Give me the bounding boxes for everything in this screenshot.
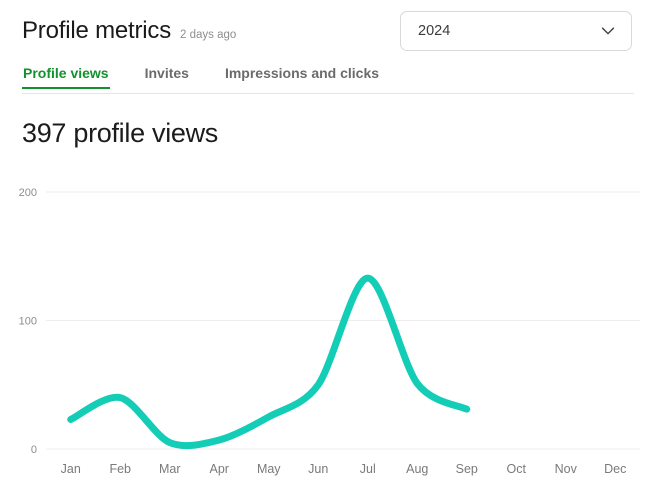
y-axis-tick-label: 0	[31, 444, 37, 456]
tab-bar: Profile views Invites Impressions and cl…	[0, 62, 650, 94]
x-axis-tick-label: Oct	[507, 462, 527, 476]
chart-data-line	[67, 274, 471, 450]
chevron-down-icon	[600, 23, 616, 39]
page-header: Profile metrics 2 days ago 2024	[0, 0, 650, 62]
tab-list: Profile views Invites Impressions and cl…	[0, 62, 650, 94]
x-axis-tick-label: Nov	[555, 462, 578, 476]
y-axis-tick-label: 200	[19, 187, 37, 199]
tab-profile-views[interactable]: Profile views	[22, 62, 110, 89]
tab-bar-divider	[22, 93, 634, 94]
x-axis-tick-label: Mar	[159, 462, 181, 476]
x-axis-tick-label: Jan	[61, 462, 81, 476]
tab-impressions-and-clicks-label: Impressions and clicks	[224, 65, 380, 81]
page-title: Profile metrics	[22, 17, 172, 44]
tab-profile-views-label: Profile views	[23, 65, 109, 81]
year-select-dropdown[interactable]: 2024	[400, 11, 632, 51]
y-axis-tick-label: 100	[19, 316, 37, 328]
metric-heading: 397 profile views	[22, 118, 219, 148]
page-subtitle-timestamp: 2 days ago	[180, 29, 237, 41]
chart-canvas: 0 100 200 Jan Feb Mar Apr May Jun Jul Aug Sep Oct No…	[19, 187, 640, 476]
x-axis-tick-label: Dec	[604, 462, 626, 476]
profile-views-chart: 0 100 200 Jan Feb Mar Apr May Jun Jul Aug Sep Oct No…	[0, 170, 650, 500]
chart-x-axis-labels: Jan Feb Mar Apr May Jun Jul Aug Sep Oct Nov Dec	[61, 462, 627, 476]
tab-invites-label: Invites	[144, 65, 189, 81]
x-axis-tick-label: Aug	[406, 462, 428, 476]
tab-invites[interactable]: Invites	[144, 62, 190, 89]
profile-metrics-page: Profile metrics 2 days ago 2024 Profile …	[0, 0, 650, 500]
year-select-value: 2024	[418, 23, 451, 39]
x-axis-tick-label: Jun	[308, 462, 328, 476]
x-axis-tick-label: May	[257, 462, 281, 476]
x-axis-tick-label: Feb	[109, 462, 131, 476]
x-axis-tick-label: Sep	[456, 462, 478, 476]
x-axis-tick-label: Apr	[210, 462, 229, 476]
tab-impressions-and-clicks[interactable]: Impressions and clicks	[224, 62, 380, 89]
chart-y-axis-labels: 0 100 200	[19, 187, 37, 456]
x-axis-tick-label: Jul	[360, 462, 376, 476]
title-group: Profile metrics 2 days ago	[22, 17, 236, 45]
